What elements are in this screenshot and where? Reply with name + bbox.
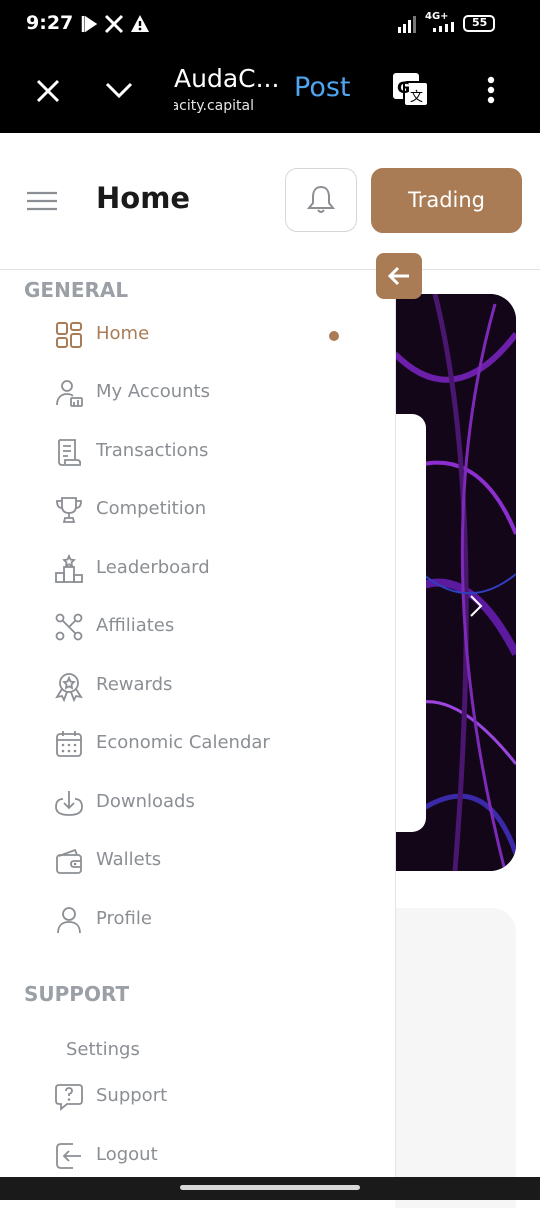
sidebar-item-label: Affiliates bbox=[96, 615, 175, 636]
page-title: Home bbox=[96, 181, 191, 215]
podium-icon bbox=[55, 553, 83, 583]
sidebar-item-label: Rewards bbox=[96, 674, 173, 695]
sidebar-item-settings[interactable]: Settings bbox=[0, 1025, 395, 1077]
sidebar-item-transactions[interactable]: Transactions bbox=[0, 426, 395, 478]
sidebar-item-label: Settings bbox=[66, 1039, 140, 1060]
support-heading: SUPPORT bbox=[24, 982, 130, 1006]
network-type: 4G+ bbox=[425, 11, 449, 22]
system-nav-bar bbox=[0, 1177, 540, 1200]
collapse-sidebar-button[interactable] bbox=[376, 253, 422, 299]
sidebar-item-label: Wallets bbox=[96, 849, 162, 870]
sidebar-item-label: Leaderboard bbox=[96, 557, 210, 578]
app-header: Home Trading bbox=[0, 133, 540, 270]
sidebar-item-label: Transactions bbox=[96, 440, 209, 461]
sidebar-item-my-accounts[interactable]: My Accounts bbox=[0, 367, 395, 419]
status-bar: 9:27 4G+ 55 bbox=[0, 0, 540, 48]
trading-button[interactable]: Trading bbox=[371, 168, 522, 233]
sidebar-item-label: My Accounts bbox=[96, 381, 210, 402]
browser-url: audacity.capital bbox=[174, 98, 254, 114]
sidebar-item-label: Support bbox=[96, 1085, 168, 1106]
wallet-icon bbox=[56, 848, 82, 874]
grid-icon bbox=[56, 322, 82, 348]
status-time: 9:27 bbox=[26, 12, 74, 34]
browser-toolbar: AudaC... audacity.capital Post G 文 bbox=[0, 48, 540, 133]
browser-title: AudaC... bbox=[174, 64, 280, 93]
general-heading: GENERAL bbox=[24, 278, 129, 302]
help-chat-icon bbox=[55, 1084, 83, 1111]
award-icon bbox=[55, 673, 83, 702]
sidebar-item-rewards[interactable]: Rewards bbox=[0, 660, 395, 712]
sidebar-item-label: Home bbox=[96, 323, 150, 344]
svg-text:文: 文 bbox=[410, 90, 423, 105]
content-card bbox=[395, 908, 516, 1208]
signal-icon-2 bbox=[433, 22, 454, 32]
receipt-icon bbox=[58, 439, 82, 466]
sidebar-item-profile[interactable]: Profile bbox=[0, 894, 395, 946]
media-icon bbox=[81, 15, 98, 33]
sidebar-item-logout[interactable]: Logout bbox=[0, 1130, 395, 1178]
x-logo-icon bbox=[104, 14, 124, 34]
sidebar-drawer: GENERAL Home My Accounts Transactions Co… bbox=[0, 270, 396, 1178]
sidebar-item-home[interactable]: Home bbox=[0, 309, 395, 361]
home-gesture-handle[interactable] bbox=[180, 1185, 360, 1190]
chevron-right-icon[interactable] bbox=[469, 594, 483, 618]
logout-icon bbox=[56, 1143, 81, 1169]
translate-icon[interactable]: G 文 bbox=[392, 72, 430, 108]
share-network-icon bbox=[55, 613, 83, 641]
trophy-icon bbox=[56, 497, 82, 523]
notifications-button[interactable] bbox=[285, 168, 357, 232]
download-icon bbox=[55, 791, 83, 816]
sidebar-item-support[interactable]: Support bbox=[0, 1071, 395, 1123]
calendar-icon bbox=[56, 731, 82, 757]
sidebar-item-competition[interactable]: Competition bbox=[0, 484, 395, 536]
sidebar-item-leaderboard[interactable]: Leaderboard bbox=[0, 543, 395, 595]
close-icon[interactable] bbox=[35, 78, 61, 104]
sidebar-item-label: Competition bbox=[96, 498, 207, 519]
post-button[interactable]: Post bbox=[294, 72, 351, 103]
active-indicator bbox=[329, 331, 339, 341]
battery-icon: 55 bbox=[463, 15, 495, 32]
arrow-left-icon bbox=[387, 266, 409, 286]
sidebar-item-affiliates[interactable]: Affiliates bbox=[0, 601, 395, 653]
svg-text:G: G bbox=[397, 78, 410, 97]
warning-icon bbox=[131, 15, 149, 32]
more-options-icon[interactable] bbox=[484, 76, 498, 106]
sidebar-item-label: Profile bbox=[96, 908, 152, 929]
battery-level: 55 bbox=[472, 16, 488, 29]
sidebar-item-wallets[interactable]: Wallets bbox=[0, 835, 395, 887]
profile-icon bbox=[57, 907, 81, 934]
sidebar-item-label: Logout bbox=[96, 1144, 158, 1165]
sidebar-item-economic-calendar[interactable]: Economic Calendar bbox=[0, 718, 395, 770]
signal-icon bbox=[398, 16, 416, 33]
user-accounts-icon bbox=[56, 380, 83, 407]
hamburger-menu-icon[interactable] bbox=[26, 191, 58, 211]
sidebar-item-downloads[interactable]: Downloads bbox=[0, 777, 395, 829]
sidebar-item-label: Economic Calendar bbox=[96, 732, 270, 753]
chevron-down-icon[interactable] bbox=[104, 80, 134, 100]
sidebar-item-label: Downloads bbox=[96, 791, 195, 812]
banner-card bbox=[395, 414, 426, 832]
bell-icon bbox=[307, 185, 335, 213]
